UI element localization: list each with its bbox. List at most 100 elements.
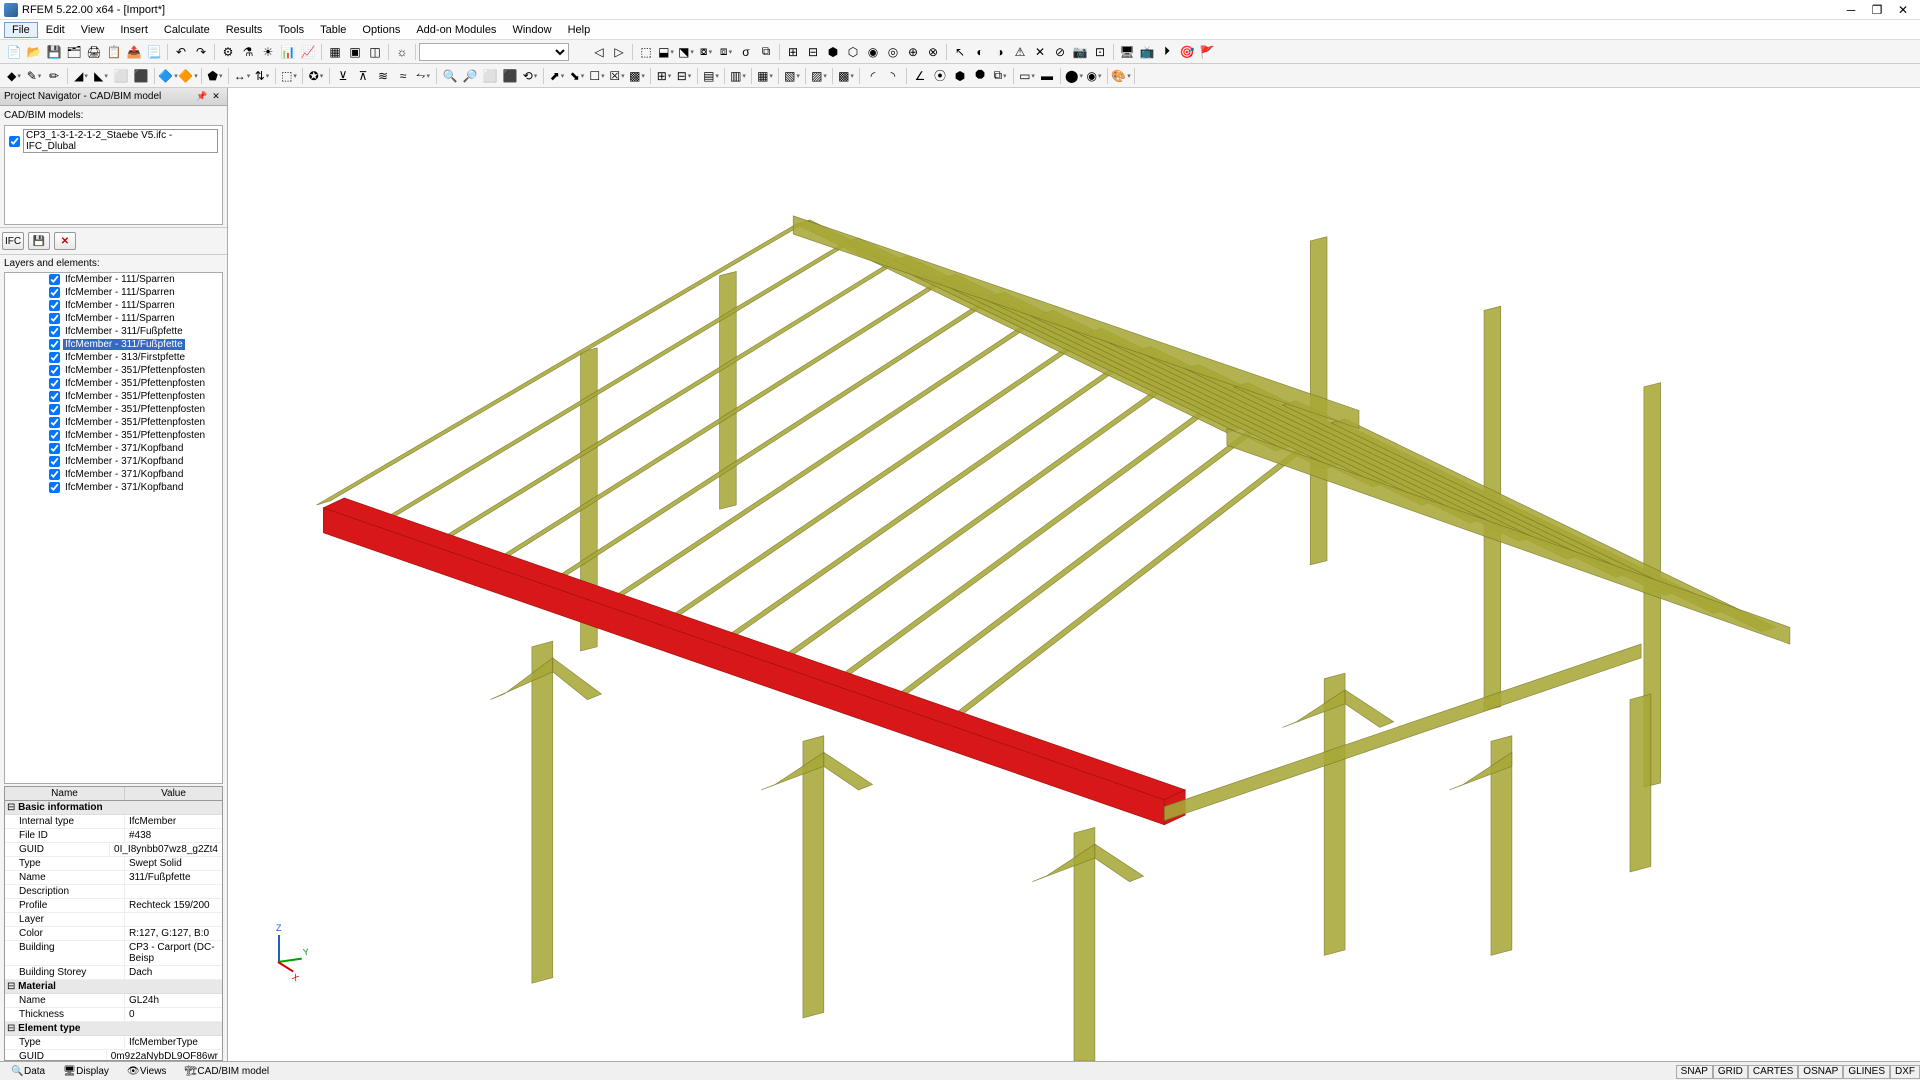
sun-icon[interactable]: ☼ xyxy=(392,42,412,62)
t2-39-icon[interactable]: ◝ xyxy=(883,66,903,86)
redo-icon[interactable]: ↷ xyxy=(191,42,211,62)
t2-12-icon[interactable]: ⇅ xyxy=(252,66,272,86)
t2-2-icon[interactable]: ✎ xyxy=(24,66,44,86)
t2-33-icon[interactable]: ▥ xyxy=(728,66,748,86)
layer-checkbox[interactable] xyxy=(49,339,60,350)
layers-list[interactable]: IfcMember - 111/SparrenIfcMember - 111/S… xyxy=(4,272,223,784)
report-icon[interactable]: 📃 xyxy=(144,42,164,62)
menu-tools[interactable]: Tools xyxy=(270,22,312,38)
r1-icon[interactable]: ⬚ xyxy=(636,42,656,62)
t2-7-icon[interactable]: ⬛ xyxy=(131,66,151,86)
cascade-icon[interactable]: ◫ xyxy=(365,42,385,62)
save-model-icon[interactable]: 💾 xyxy=(28,232,50,250)
layer-item[interactable]: IfcMember - 311/Fußpfette xyxy=(5,338,222,351)
prev-icon[interactable]: ◁ xyxy=(589,42,609,62)
t2-11-icon[interactable]: ↔ xyxy=(232,66,252,86)
layer-checkbox[interactable] xyxy=(49,274,60,285)
status-dxf[interactable]: DXF xyxy=(1890,1065,1920,1079)
r22-icon[interactable]: 📷 xyxy=(1070,42,1090,62)
tab-cadbim[interactable]: 🏗CAD/BIM model xyxy=(175,1063,278,1080)
layer-item[interactable]: IfcMember - 371/Kopfband xyxy=(5,455,222,468)
t2-14-icon[interactable]: ✪ xyxy=(306,66,326,86)
t2-45-icon[interactable]: ▭ xyxy=(1017,66,1037,86)
t2-21-icon[interactable]: 🔎 xyxy=(460,66,480,86)
t2-26-icon[interactable]: ⬊ xyxy=(567,66,587,86)
menu-results[interactable]: Results xyxy=(218,22,271,38)
layer-item[interactable]: IfcMember - 111/Sparren xyxy=(5,273,222,286)
model-checkbox[interactable] xyxy=(9,136,20,147)
status-osnap[interactable]: OSNAP xyxy=(1798,1065,1843,1079)
layer-item[interactable]: IfcMember - 351/Pfettenpfosten xyxy=(5,377,222,390)
export-icon[interactable]: 📤 xyxy=(124,42,144,62)
layer-checkbox[interactable] xyxy=(49,352,60,363)
t2-35-icon[interactable]: ▧ xyxy=(782,66,802,86)
t2-32-icon[interactable]: ▤ xyxy=(701,66,721,86)
r10-icon[interactable]: ⬢ xyxy=(823,42,843,62)
t2-43-icon[interactable]: ⯃ xyxy=(970,66,990,86)
r16-icon[interactable]: ↖ xyxy=(950,42,970,62)
status-grid[interactable]: GRID xyxy=(1713,1065,1748,1079)
r18-icon[interactable]: ◑ xyxy=(990,42,1010,62)
t2-42-icon[interactable]: ⬢ xyxy=(950,66,970,86)
t2-24-icon[interactable]: ⟲ xyxy=(520,66,540,86)
r19-icon[interactable]: ⚠ xyxy=(1010,42,1030,62)
layer-item[interactable]: IfcMember - 313/Firstpfette xyxy=(5,351,222,364)
t2-30-icon[interactable]: ⊞ xyxy=(654,66,674,86)
status-glines[interactable]: GLINES xyxy=(1843,1065,1890,1079)
menu-addons[interactable]: Add-on Modules xyxy=(408,22,504,38)
layer-checkbox[interactable] xyxy=(49,482,60,493)
menu-file[interactable]: File xyxy=(4,22,38,38)
layer-checkbox[interactable] xyxy=(49,391,60,402)
t2-27-icon[interactable]: ☐ xyxy=(587,66,607,86)
t2-22-icon[interactable]: ⬜ xyxy=(480,66,500,86)
layer-checkbox[interactable] xyxy=(49,287,60,298)
t2-41-icon[interactable]: ⦿ xyxy=(930,66,950,86)
layer-checkbox[interactable] xyxy=(49,430,60,441)
window-icon[interactable]: ▦ xyxy=(325,42,345,62)
r5-icon[interactable]: ⧈ xyxy=(716,42,736,62)
r28-icon[interactable]: 🚩 xyxy=(1197,42,1217,62)
tab-display[interactable]: 🖥Display xyxy=(54,1063,118,1080)
save-icon[interactable]: 💾 xyxy=(44,42,64,62)
undo-icon[interactable]: ↶ xyxy=(171,42,191,62)
prop-group[interactable]: Basic information xyxy=(5,801,222,815)
maximize-button[interactable]: ❐ xyxy=(1864,1,1890,19)
layer-checkbox[interactable] xyxy=(49,404,60,415)
t2-20-icon[interactable]: 🔍 xyxy=(440,66,460,86)
t2-16-icon[interactable]: ⊼ xyxy=(353,66,373,86)
panel-pin-icon[interactable]: 📌 xyxy=(195,90,209,104)
t2-6-icon[interactable]: ⬜ xyxy=(111,66,131,86)
t2-34-icon[interactable]: ▦ xyxy=(755,66,775,86)
tab-data[interactable]: 🔍Data xyxy=(2,1063,54,1080)
r11-icon[interactable]: ⬡ xyxy=(843,42,863,62)
r9-icon[interactable]: ⊟ xyxy=(803,42,823,62)
delete-model-icon[interactable]: ✕ xyxy=(54,232,76,250)
r21-icon[interactable]: ⊘ xyxy=(1050,42,1070,62)
t2-38-icon[interactable]: ◜ xyxy=(863,66,883,86)
status-cartes[interactable]: CARTES xyxy=(1748,1065,1798,1079)
r6-icon[interactable]: σ xyxy=(736,42,756,62)
close-button[interactable]: ✕ xyxy=(1890,1,1916,19)
t2-37-icon[interactable]: ▩ xyxy=(836,66,856,86)
t2-29-icon[interactable]: ▩ xyxy=(627,66,647,86)
layer-item[interactable]: IfcMember - 311/Fußpfette xyxy=(5,325,222,338)
panel-close-icon[interactable]: ✕ xyxy=(209,90,223,104)
menu-options[interactable]: Options xyxy=(354,22,408,38)
saveall-icon[interactable]: 🗂 xyxy=(64,42,84,62)
t2-48-icon[interactable]: ◉ xyxy=(1084,66,1104,86)
r26-icon[interactable]: ⏵ xyxy=(1157,42,1177,62)
ifc-btn-icon[interactable]: IFC xyxy=(2,232,24,250)
tool-b-icon[interactable]: ⚗ xyxy=(238,42,258,62)
tab-views[interactable]: 👁Views xyxy=(118,1063,176,1080)
layer-checkbox[interactable] xyxy=(49,365,60,376)
layer-item[interactable]: IfcMember - 371/Kopfband xyxy=(5,442,222,455)
t2-3-icon[interactable]: ✏ xyxy=(44,66,64,86)
r17-icon[interactable]: ◐ xyxy=(970,42,990,62)
menu-help[interactable]: Help xyxy=(560,22,599,38)
print-icon[interactable]: 🖨 xyxy=(84,42,104,62)
t2-28-icon[interactable]: ☒ xyxy=(607,66,627,86)
t2-31-icon[interactable]: ⊟ xyxy=(674,66,694,86)
preview-icon[interactable]: 📋 xyxy=(104,42,124,62)
next-icon[interactable]: ▷ xyxy=(609,42,629,62)
tool-d-icon[interactable]: 📊 xyxy=(278,42,298,62)
